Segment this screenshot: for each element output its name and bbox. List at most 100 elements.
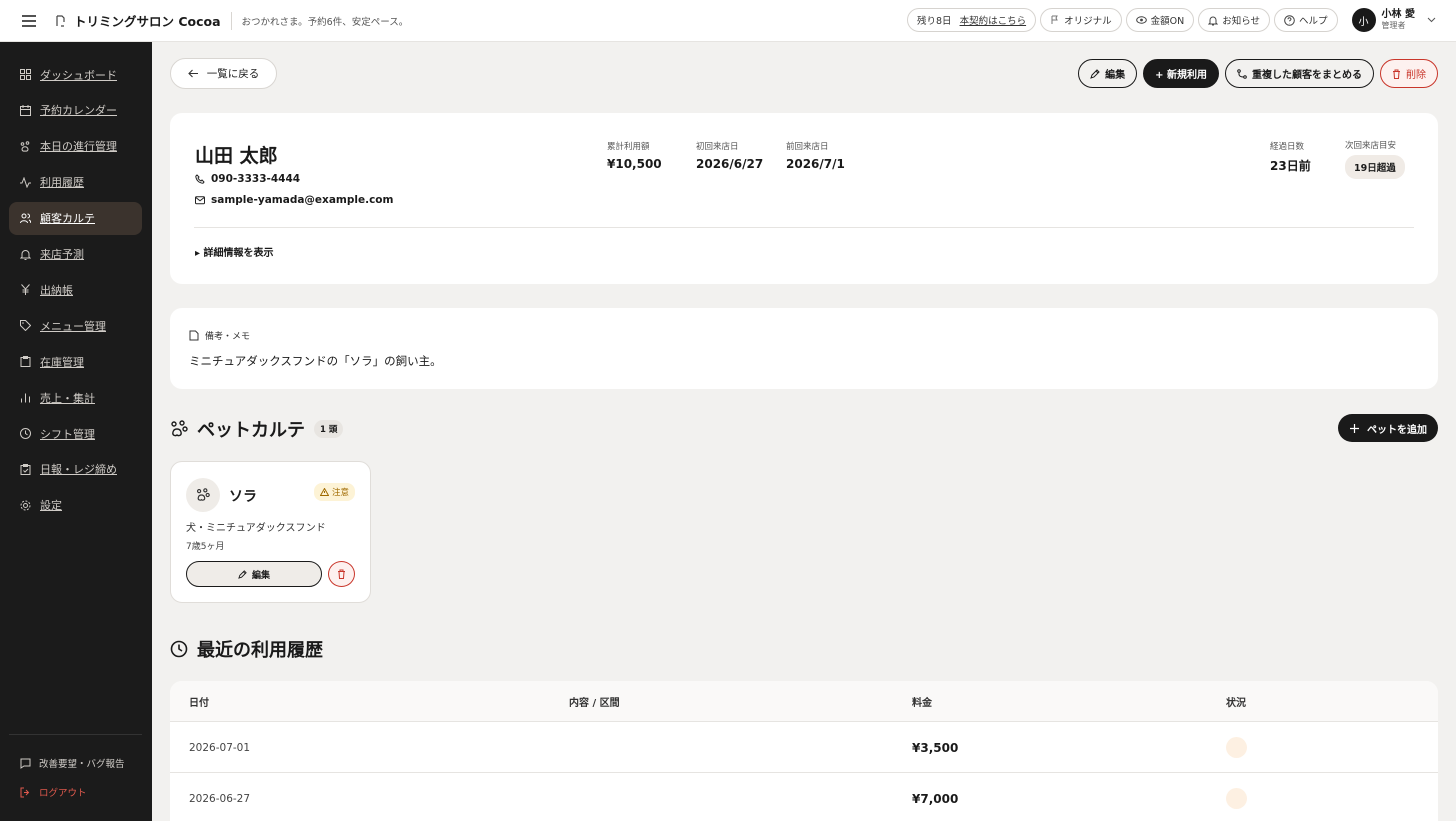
activity-icon xyxy=(20,176,31,188)
new-use-button[interactable]: + 新規利用 xyxy=(1143,59,1219,88)
delete-pet-button[interactable] xyxy=(328,561,355,587)
sidebar-item-label: 予約カレンダー xyxy=(40,104,117,118)
sidebar-item-9[interactable]: 売上・集計 xyxy=(9,381,142,414)
memo-card: 備考・メモ ミニチュアダックスフンドの「ソラ」の飼い主。 xyxy=(170,308,1438,389)
sidebar-item-12[interactable]: 設定 xyxy=(9,489,142,522)
stat-elapsed-value: 23日前 xyxy=(1270,159,1311,173)
column-header-date: 日付 xyxy=(189,698,209,709)
status-badge xyxy=(1226,737,1247,758)
dashboard-icon xyxy=(20,69,31,80)
stat-next-visit: 次回来店目安 19日超過 xyxy=(1345,139,1405,179)
help-icon xyxy=(1284,14,1295,26)
table-row[interactable]: 2026-06-27 ¥7,000 xyxy=(170,773,1438,821)
column-header-status: 状況 xyxy=(1226,698,1246,709)
divider xyxy=(194,227,1414,228)
yen-icon xyxy=(21,284,30,296)
delete-customer-button[interactable]: 削除 xyxy=(1380,59,1438,88)
top-bar: トリミングサロン Cocoa おつかれさま。予約6件、安定ペース。 残り8日 本… xyxy=(0,0,1456,42)
user-name: 小林 愛 xyxy=(1381,9,1415,20)
trash-icon xyxy=(338,569,345,579)
stat-last-label: 前回来店日 xyxy=(786,142,829,152)
sidebar-item-6[interactable]: 出納帳 xyxy=(9,273,142,306)
notice-label: お知らせ xyxy=(1222,16,1260,27)
notice-button[interactable]: お知らせ xyxy=(1198,8,1270,32)
pet-section-header: ペットカルテ 1 頭 xyxy=(170,416,344,442)
pet-section-title: ペットカルテ xyxy=(197,420,305,441)
detail-toggle[interactable]: ▸ 詳細情報を表示 xyxy=(195,244,274,259)
sidebar-item-label: 売上・集計 xyxy=(40,391,95,405)
new-use-label: + 新規利用 xyxy=(1155,70,1207,81)
stat-first-visit: 初回来店日 2026/6/27 xyxy=(696,140,763,171)
paw-icon xyxy=(171,420,188,437)
bell-icon xyxy=(20,249,31,260)
sidebar-item-1[interactable]: 予約カレンダー xyxy=(9,94,142,127)
sidebar-item-label: 顧客カルテ xyxy=(40,212,95,226)
sidebar-item-10[interactable]: シフト管理 xyxy=(9,417,142,450)
mail-icon xyxy=(195,195,205,204)
sidebar-divider xyxy=(9,734,142,735)
merge-customers-button[interactable]: 重複した顧客をまとめる xyxy=(1225,59,1374,88)
stat-total-label: 累計利用額 xyxy=(607,142,650,152)
brand-name: トリミングサロン Cocoa xyxy=(74,14,221,29)
edit-pet-button[interactable]: 編集 xyxy=(186,561,322,587)
customer-phone: 090-3333-4444 xyxy=(195,173,300,185)
plus-icon xyxy=(1350,423,1359,433)
sidebar-item-0[interactable]: ダッシュボード xyxy=(9,58,142,91)
sidebar-item-4[interactable]: 顧客カルテ xyxy=(9,201,142,235)
sidebar: ダッシュボード予約カレンダー本日の進行管理利用履歴顧客カルテ来店予測出納帳メニュ… xyxy=(0,42,152,821)
table-row[interactable]: 2026-07-01 ¥3,500 xyxy=(170,722,1438,773)
history-table: 日付 内容 / 区間 料金 状況 2026-07-01 ¥3,500 2026-… xyxy=(170,681,1438,821)
add-pet-label: ペットを追加 xyxy=(1367,424,1427,436)
help-button[interactable]: ヘルプ xyxy=(1274,8,1338,32)
sidebar-item-7[interactable]: メニュー管理 xyxy=(9,309,142,342)
status-badge xyxy=(1226,788,1247,809)
sidebar-item-11[interactable]: 日報・レジ締め xyxy=(9,453,142,486)
contract-link[interactable]: 本契約はこちら xyxy=(960,13,1027,27)
trial-pill: 残り8日 本契約はこちら xyxy=(907,8,1037,32)
edit-customer-button[interactable]: 編集 xyxy=(1078,59,1138,88)
stat-total-value: ¥10,500 xyxy=(607,157,662,171)
menu-icon[interactable] xyxy=(20,12,38,30)
original-button[interactable]: オリジナル xyxy=(1040,8,1122,32)
row-date: 2026-07-01 xyxy=(189,741,251,754)
trial-remaining: 残り8日 xyxy=(917,16,952,27)
warning-label: 注意 xyxy=(331,488,349,498)
amount-label: 金額ON xyxy=(1150,16,1185,27)
user-role: 管理者 xyxy=(1381,21,1406,30)
action-bar: 編集 + 新規利用 重複した顧客をまとめる 削除 xyxy=(1078,59,1438,88)
sidebar-item-label: メニュー管理 xyxy=(40,319,106,333)
note-icon xyxy=(189,330,199,341)
stat-first-value: 2026/6/27 xyxy=(696,157,764,171)
trash-icon xyxy=(1393,69,1400,79)
paw-logo-icon xyxy=(56,14,65,27)
edit-label: 編集 xyxy=(1105,70,1126,81)
clock-icon xyxy=(20,428,31,439)
row-price: ¥7,000 xyxy=(912,791,959,806)
back-label: 一覧に戻る xyxy=(206,68,260,80)
bell-icon xyxy=(1208,16,1219,25)
sidebar-item-label: 日報・レジ締め xyxy=(40,463,117,477)
clipboard-check-icon xyxy=(20,463,31,475)
bar-chart-icon xyxy=(21,393,30,403)
stat-elapsed: 経過日数 23日前 xyxy=(1270,140,1311,174)
table-header xyxy=(170,681,1438,722)
sidebar-item-5[interactable]: 来店予測 xyxy=(9,238,142,271)
sidebar-item-label: 出納帳 xyxy=(40,283,73,297)
back-button[interactable]: 一覧に戻る xyxy=(170,58,277,89)
sidebar-item-label: 利用履歴 xyxy=(40,176,84,190)
add-pet-button[interactable]: ペットを追加 xyxy=(1338,414,1438,442)
column-header-content: 内容 / 区間 xyxy=(569,698,620,709)
sidebar-item-2[interactable]: 本日の進行管理 xyxy=(9,130,142,163)
sidebar-item-8[interactable]: 在庫管理 xyxy=(9,345,142,378)
logout-label: ログアウト xyxy=(39,788,87,799)
amount-toggle[interactable]: 金額ON xyxy=(1125,8,1195,32)
user-menu[interactable]: 小 小林 愛 管理者 xyxy=(1351,8,1436,32)
sidebar-item-3[interactable]: 利用履歴 xyxy=(9,166,142,199)
pet-age: 7歳5ヶ月 xyxy=(186,542,225,552)
feedback-label: 改善要望・バグ報告 xyxy=(39,759,125,770)
logout-button[interactable]: ログアウト xyxy=(20,785,87,799)
stat-next-label: 次回来店目安 xyxy=(1345,141,1397,151)
clock-icon xyxy=(170,640,188,658)
feedback-link[interactable]: 改善要望・バグ報告 xyxy=(20,756,125,770)
stat-first-label: 初回来店日 xyxy=(696,142,739,152)
